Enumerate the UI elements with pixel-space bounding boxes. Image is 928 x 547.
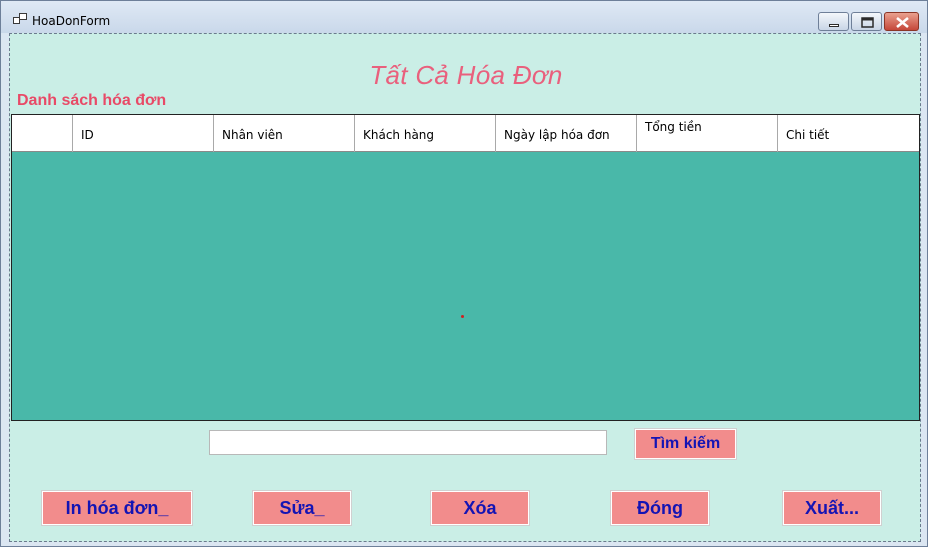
form-client-area: Tất Cả Hóa Đơn Danh sách hóa đơn ID Nhân… xyxy=(9,33,921,542)
invoice-grid[interactable]: ID Nhân viên Khách hàng Ngày lập hóa đơn… xyxy=(11,114,920,421)
delete-button[interactable]: Xóa xyxy=(430,490,530,526)
invoice-list-label: Danh sách hóa đơn xyxy=(17,92,167,109)
column-header-details[interactable]: Chi tiết xyxy=(778,115,919,152)
column-header-id[interactable]: ID xyxy=(73,115,214,152)
column-header-employee[interactable]: Nhân viên xyxy=(214,115,355,152)
title-bar[interactable]: HoaDonForm xyxy=(1,1,927,33)
page-title: Tất Cả Hóa Đơn xyxy=(369,60,563,90)
close-icon xyxy=(896,16,909,29)
close-button[interactable]: Đóng xyxy=(610,490,710,526)
column-header-date[interactable]: Ngày lập hóa đơn xyxy=(496,115,637,152)
print-invoice-button[interactable]: In hóa đơn_ xyxy=(41,490,193,526)
column-header-label: ID xyxy=(81,128,94,142)
window-title: HoaDonForm xyxy=(32,14,111,28)
app-icon xyxy=(13,13,27,24)
column-header-customer[interactable]: Khách hàng xyxy=(355,115,496,152)
edit-button[interactable]: Sửa_ xyxy=(252,490,352,526)
close-window-button[interactable] xyxy=(884,12,919,31)
maximize-button[interactable] xyxy=(851,12,882,31)
export-button[interactable]: Xuất... xyxy=(782,490,882,526)
column-header-label: Tổng tiền xyxy=(645,120,702,134)
column-header-total[interactable]: Tổng tiền xyxy=(637,115,778,152)
row-header-column[interactable] xyxy=(12,115,73,152)
column-header-label: Chi tiết xyxy=(786,128,830,142)
minimize-icon xyxy=(829,24,839,27)
minimize-button[interactable] xyxy=(818,12,849,31)
app-window: HoaDonForm Tất Cả Hóa Đơn Danh sách hóa … xyxy=(0,0,928,547)
column-header-label: Khách hàng xyxy=(363,128,435,142)
column-header-label: Nhân viên xyxy=(222,128,283,142)
search-button[interactable]: Tìm kiếm xyxy=(634,428,737,460)
column-header-label: Ngày lập hóa đơn xyxy=(504,128,610,142)
search-input[interactable] xyxy=(209,430,607,455)
grid-marker-dot xyxy=(461,315,464,318)
grid-header: ID Nhân viên Khách hàng Ngày lập hóa đơn… xyxy=(12,115,919,152)
maximize-icon xyxy=(861,17,874,28)
